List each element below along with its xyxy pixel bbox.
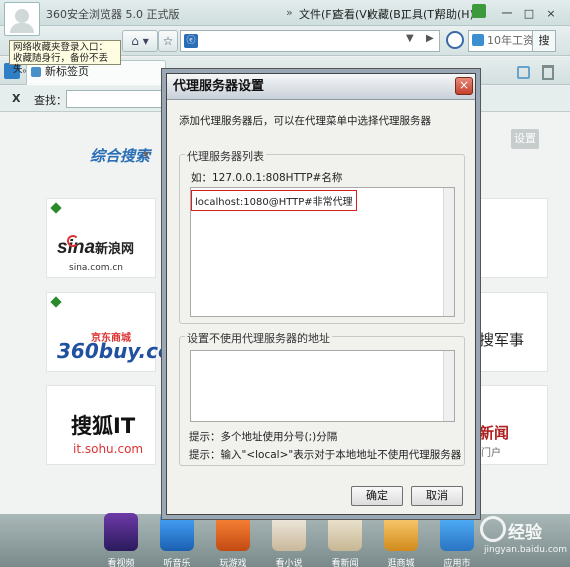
pin-icon [50, 202, 62, 214]
address-dropdown-icon[interactable]: ▼ [406, 33, 414, 44]
menu-help[interactable]: 帮助(H) [435, 6, 474, 22]
dock-label: 看新闻 [331, 559, 359, 567]
dock-label: 听音乐 [163, 559, 191, 567]
page-icon: ⓔ [184, 34, 198, 48]
menu-view[interactable]: 查看(V) [333, 6, 371, 22]
tile-subtitle: 门户 [481, 448, 501, 459]
game-icon[interactable] [216, 513, 250, 551]
sina-eye-icon [67, 235, 79, 247]
dialog-description: 添加代理服务器后，可以在代理菜单中选择代理服务器 [179, 115, 431, 127]
star-icon[interactable]: ☆ [158, 30, 178, 52]
tile-sina[interactable]: sina新浪网 sina.com.cn [46, 198, 156, 278]
music-icon[interactable] [160, 513, 194, 551]
video-icon[interactable] [104, 513, 138, 551]
news-icon[interactable] [328, 513, 362, 551]
tile-360buy[interactable]: 京东商城 360buy.com [46, 292, 193, 372]
dock-label: 玩游戏 [219, 559, 247, 567]
search-logo[interactable]: 综合搜索 [90, 145, 150, 166]
proxy-list-group-title: 代理服务器列表 [185, 148, 266, 164]
window-title: 360安全浏览器 5.0 正式版 [46, 8, 180, 21]
bypass-hint-1: 提示：多个地址使用分号(;)分隔 [189, 431, 338, 443]
shield-icon[interactable] [446, 31, 464, 49]
proxy-list-textarea[interactable]: localhost:1080@HTTP#非常代理 [190, 187, 455, 317]
tile-title: 搜狐IT [71, 414, 136, 438]
tile-right-3[interactable]: 新闻 门户 [476, 385, 548, 465]
bypass-list-textarea[interactable] [190, 350, 455, 422]
cancel-button[interactable]: 取消 [411, 486, 463, 506]
proxy-entry[interactable]: localhost:1080@HTTP#非常代理 [191, 190, 357, 211]
dock-label: 看视频 [107, 559, 135, 567]
search-engine-icon[interactable] [472, 34, 484, 46]
go-arrow-icon[interactable]: ▶ [426, 33, 434, 44]
menu-file[interactable]: 文件(F) [299, 6, 336, 22]
menu-tools[interactable]: 工具(T) [401, 6, 438, 22]
tile-right-2[interactable]: 搜军事 [476, 292, 548, 372]
find-close-button[interactable]: X [12, 92, 20, 105]
settings-button[interactable]: 设置 [511, 129, 539, 149]
tooltip-line-2: 收藏随身行，备份不丢失。 [13, 53, 109, 75]
ok-button[interactable]: 确定 [351, 486, 403, 506]
search-button[interactable]: 搜 [532, 30, 556, 52]
dock-label: 看小说 [275, 559, 303, 567]
address-bar[interactable]: ⓔ [180, 30, 440, 52]
proxy-settings-dialog: 代理服务器设置 × 添加代理服务器后，可以在代理菜单中选择代理服务器 代理服务器… [166, 73, 476, 515]
maximize-button[interactable]: □ [518, 7, 540, 20]
close-icon[interactable]: × [455, 77, 473, 95]
novel-icon[interactable] [272, 513, 306, 551]
bypass-list-scrollbar[interactable] [443, 351, 454, 421]
title-bar: 360安全浏览器 5.0 正式版 » 文件(F) 查看(V) 收藏(B) 工具(… [0, 0, 570, 26]
tile-title: 新闻 [479, 424, 510, 442]
window-controls: 一 □ × [496, 5, 562, 21]
close-window-button[interactable]: × [540, 7, 562, 20]
pin-icon [50, 296, 62, 308]
watermark-brand: 经验 [508, 523, 542, 543]
app-store-icon[interactable] [440, 513, 474, 551]
favorites-login-tooltip: 网络收藏夹登录入口： 收藏随身行，备份不丢失。 [9, 40, 121, 75]
avatar[interactable] [4, 2, 40, 36]
watermark-url: jingyan.baidu.com [484, 545, 568, 555]
dialog-title: 代理服务器设置 [167, 74, 475, 100]
bypass-hint-2: 提示：输入"<local>"表示对于本地地址不使用代理服务器 [189, 449, 462, 461]
minimize-button[interactable]: 一 [496, 5, 518, 21]
tile-url: it.sohu.com [73, 442, 144, 456]
trash-icon[interactable] [542, 65, 554, 80]
baidu-paw-icon [480, 516, 506, 542]
find-input[interactable] [66, 90, 176, 108]
proxy-list-scrollbar[interactable] [443, 188, 454, 316]
tile-right-1[interactable] [476, 198, 548, 278]
bypass-list-group-title: 设置不使用代理服务器的地址 [185, 330, 332, 346]
find-label: 查找： [34, 94, 67, 107]
tile-title: 搜军事 [479, 331, 525, 349]
restore-tab-icon[interactable] [517, 66, 530, 79]
dock-label: 应用市 [443, 559, 471, 567]
dock-label: 逛商城 [387, 559, 415, 567]
tooltip-line-1: 网络收藏夹登录入口： [13, 42, 109, 53]
menu-overflow-icon[interactable]: » [286, 6, 293, 19]
proxy-example-text: 如：127.0.0.1:808HTTP#名称 [191, 172, 343, 184]
tile-url: sina.com.cn [69, 263, 124, 273]
shirt-icon[interactable] [472, 4, 486, 18]
search-logo-dropdown-icon[interactable]: ▼ [143, 150, 149, 159]
home-button[interactable]: ⌂ ▾ [122, 30, 158, 52]
shopping-cart-icon[interactable] [384, 513, 418, 551]
menu-favorites[interactable]: 收藏(B) [367, 6, 405, 22]
tile-sohu-it[interactable]: 搜狐IT it.sohu.com [46, 385, 156, 465]
